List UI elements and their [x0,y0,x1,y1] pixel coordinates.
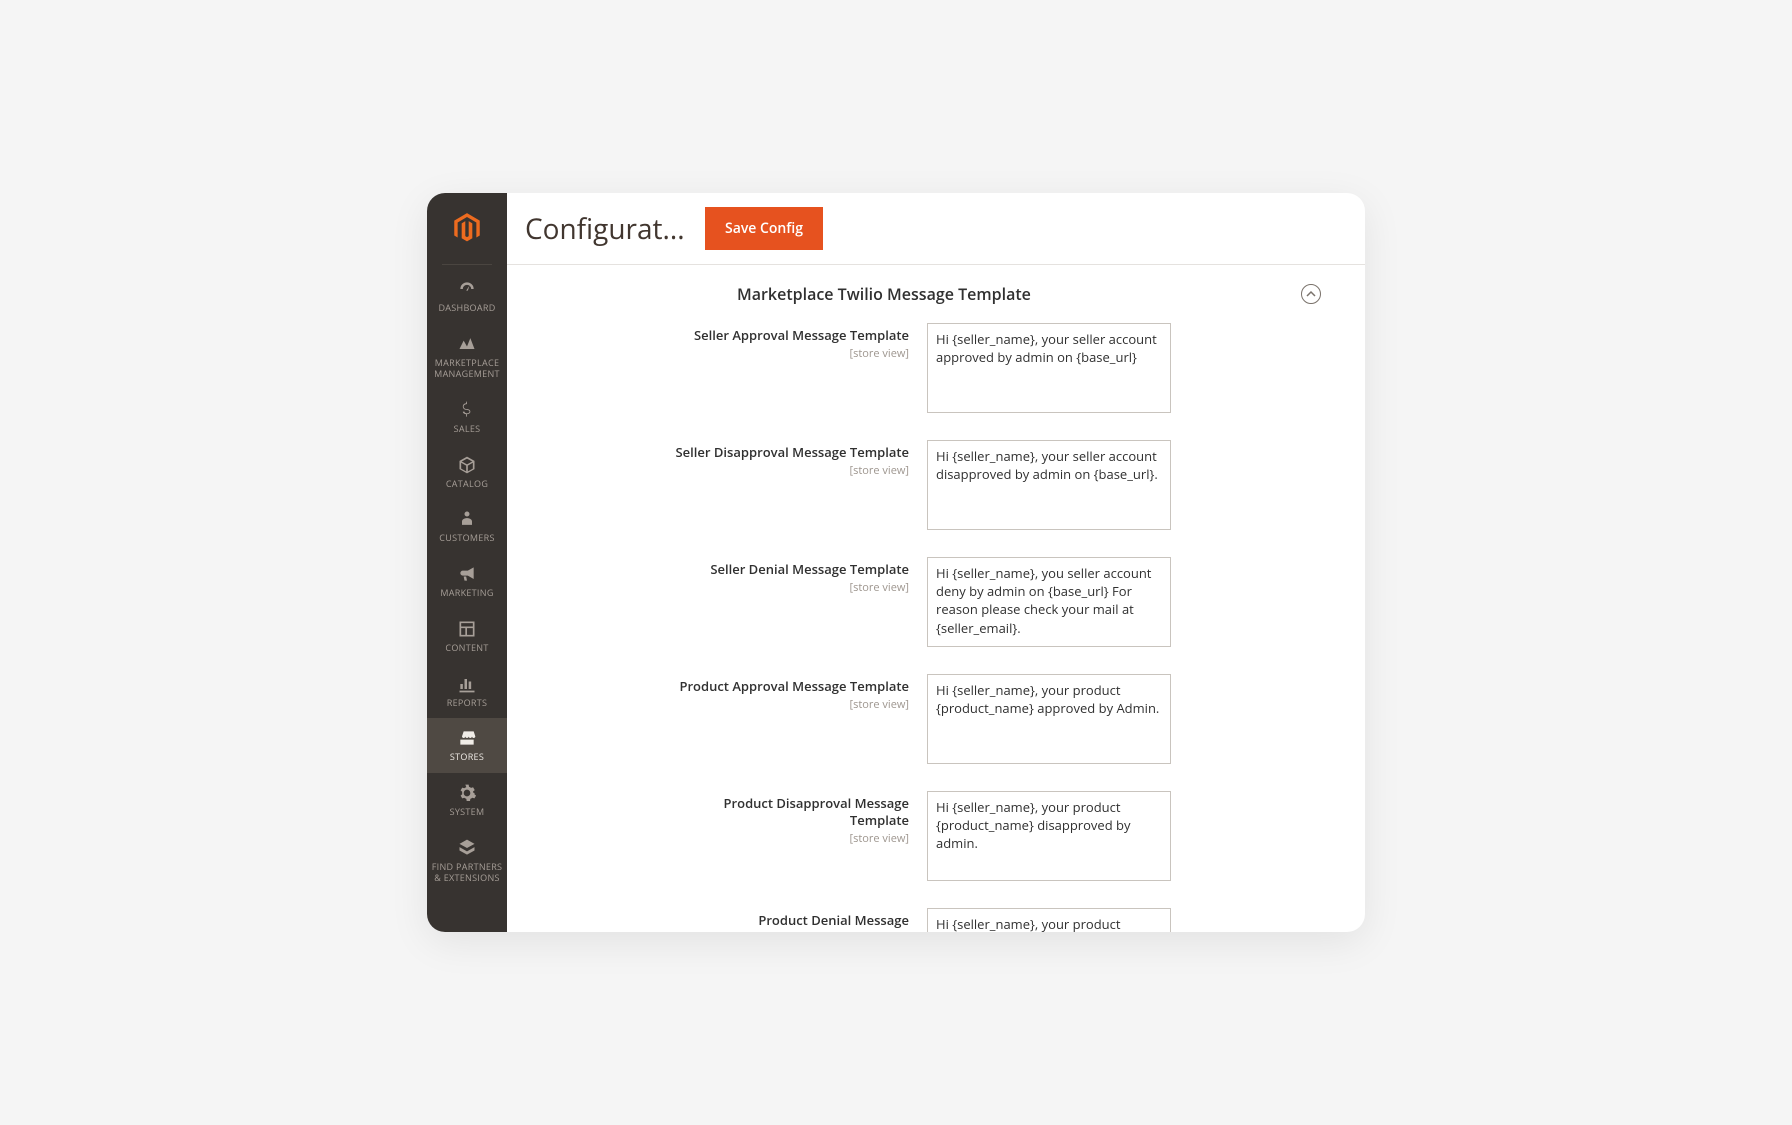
dashboard-icon [457,279,477,299]
sidebar-item-label: MARKETPLACE MANAGEMENT [431,357,503,380]
puzzle-icon [457,838,477,858]
product-approval-textarea[interactable] [927,674,1171,764]
field-input-wrap [927,908,1171,932]
field-seller-disapproval: Seller Disapproval Message Template [sto… [537,440,1335,535]
page-header: Configurat... Save Config [507,193,1365,265]
sidebar-item-label: MARKETING [440,587,493,599]
sidebar-item-partners[interactable]: FIND PARTNERS & EXTENSIONS [427,828,507,894]
sidebar-item-catalog[interactable]: CATALOG [427,445,507,500]
field-label-wrap: Product Disapproval Message Template [st… [667,791,927,886]
page-title: Configurat... [525,210,685,248]
marketplace-icon [457,334,477,354]
sidebar-item-label: REPORTS [447,697,488,709]
field-scope: [store view] [667,931,909,932]
sidebar-item-dashboard[interactable]: DASHBOARD [427,269,507,324]
field-scope: [store view] [667,831,909,846]
field-label: Seller Denial Message Template [667,561,909,578]
field-label: Product Disapproval Message Template [667,795,909,829]
section-header[interactable]: Marketplace Twilio Message Template [537,265,1335,323]
layout-icon [457,619,477,639]
bar-chart-icon [457,674,477,694]
sidebar-item-label: SALES [454,423,481,435]
dollar-icon [457,400,477,420]
field-input-wrap [927,323,1171,418]
field-label-wrap: Seller Denial Message Template [store vi… [667,557,927,652]
sidebar-item-content[interactable]: CONTENT [427,609,507,664]
field-label: Seller Approval Message Template [667,327,909,344]
sidebar-item-stores[interactable]: STORES [427,718,507,773]
field-label-wrap: Product Approval Message Template [store… [667,674,927,769]
person-icon [457,509,477,529]
field-scope: [store view] [667,697,909,712]
field-label-wrap: Seller Approval Message Template [store … [667,323,927,418]
product-denial-textarea[interactable] [927,908,1171,932]
sidebar-item-label: SYSTEM [450,806,485,818]
field-scope: [store view] [667,463,909,478]
field-scope: [store view] [667,580,909,595]
field-label: Seller Disapproval Message Template [667,444,909,461]
field-input-wrap [927,557,1171,652]
sidebar-item-reports[interactable]: REPORTS [427,664,507,719]
sidebar-item-marketplace[interactable]: MARKETPLACE MANAGEMENT [427,324,507,390]
store-icon [457,728,477,748]
section-title: Marketplace Twilio Message Template [737,283,1031,305]
field-input-wrap [927,440,1171,535]
field-input-wrap [927,791,1171,886]
seller-approval-textarea[interactable] [927,323,1171,413]
field-seller-approval: Seller Approval Message Template [store … [537,323,1335,418]
main-content: Configurat... Save Config Marketplace Tw… [507,193,1365,932]
sidebar: DASHBOARD MARKETPLACE MANAGEMENT SALES C… [427,193,507,932]
field-label-wrap: Product Denial Message [store view] [667,908,927,932]
field-input-wrap [927,674,1171,769]
sidebar-item-system[interactable]: SYSTEM [427,773,507,828]
save-config-button[interactable]: Save Config [705,207,823,250]
admin-window: DASHBOARD MARKETPLACE MANAGEMENT SALES C… [427,193,1365,932]
sidebar-item-sales[interactable]: SALES [427,390,507,445]
field-scope: [store view] [667,346,909,361]
field-label: Product Denial Message [667,912,909,929]
collapse-icon[interactable] [1301,284,1321,304]
sidebar-item-label: CONTENT [445,642,488,654]
sidebar-nav: DASHBOARD MARKETPLACE MANAGEMENT SALES C… [427,269,507,894]
field-product-disapproval: Product Disapproval Message Template [st… [537,791,1335,886]
sidebar-item-label: DASHBOARD [438,302,495,314]
megaphone-icon [457,564,477,584]
config-content: Marketplace Twilio Message Template Sell… [507,265,1365,932]
sidebar-item-marketing[interactable]: MARKETING [427,554,507,609]
field-seller-denial: Seller Denial Message Template [store vi… [537,557,1335,652]
magento-logo[interactable] [450,193,484,264]
box-icon [457,455,477,475]
seller-denial-textarea[interactable] [927,557,1171,647]
sidebar-item-label: CATALOG [446,478,488,490]
field-label-wrap: Seller Disapproval Message Template [sto… [667,440,927,535]
field-label: Product Approval Message Template [667,678,909,695]
product-disapproval-textarea[interactable] [927,791,1171,881]
field-product-approval: Product Approval Message Template [store… [537,674,1335,769]
seller-disapproval-textarea[interactable] [927,440,1171,530]
sidebar-item-label: STORES [450,751,484,763]
divider [442,264,492,265]
gear-icon [457,783,477,803]
sidebar-item-customers[interactable]: CUSTOMERS [427,499,507,554]
sidebar-item-label: CUSTOMERS [439,532,494,544]
sidebar-item-label: FIND PARTNERS & EXTENSIONS [431,861,503,884]
field-product-denial: Product Denial Message [store view] [537,908,1335,932]
